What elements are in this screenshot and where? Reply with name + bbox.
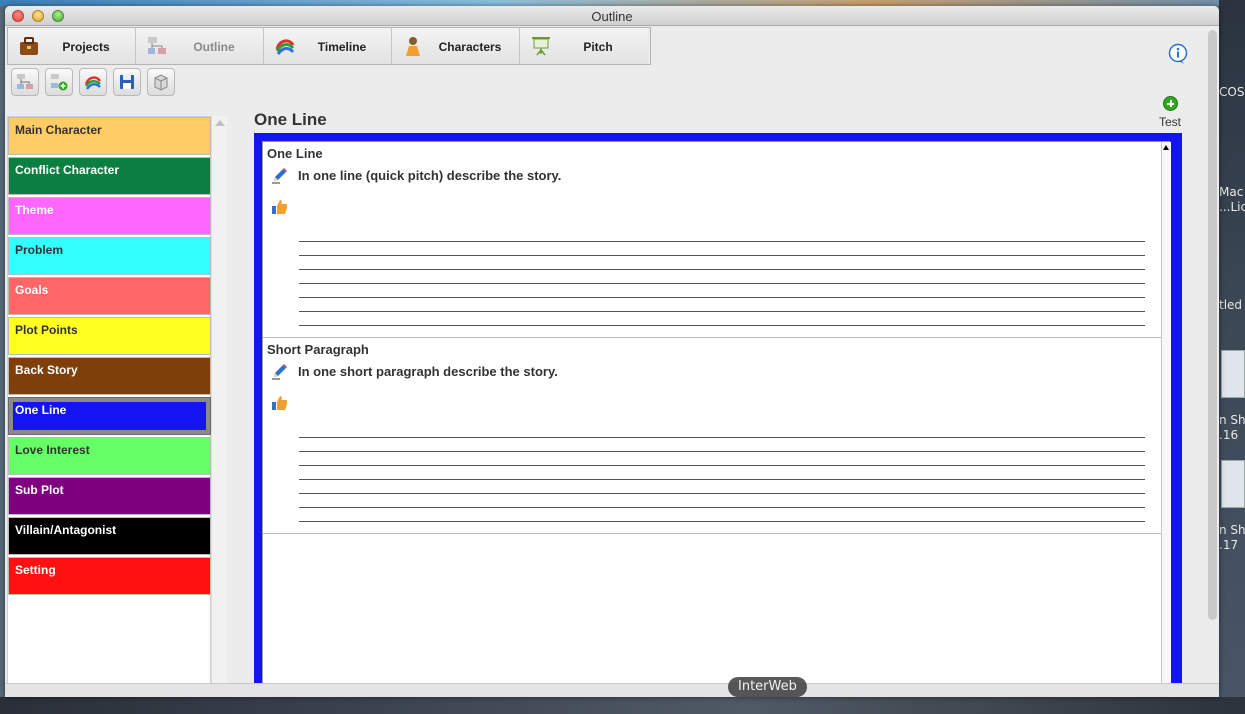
category-label: Villain/Antagonist bbox=[15, 523, 117, 537]
question-heading: Short Paragraph bbox=[267, 342, 369, 357]
category-item-sub-plot[interactable]: Sub Plot bbox=[8, 477, 211, 515]
scroll-up-arrow-icon[interactable] bbox=[215, 120, 225, 126]
category-label: Problem bbox=[15, 243, 64, 257]
print-box-icon bbox=[154, 74, 168, 91]
category-label: Conflict Character bbox=[15, 163, 120, 177]
app-window: Outline Projects Outline Timeline Charac… bbox=[5, 6, 1219, 697]
timeline-button[interactable] bbox=[79, 68, 107, 96]
pencil-icon[interactable] bbox=[271, 362, 289, 380]
tab-projects[interactable]: Projects bbox=[8, 28, 136, 64]
desktop-label: .16 bbox=[1219, 428, 1239, 442]
answer-lines[interactable] bbox=[299, 424, 1145, 524]
category-label: Goals bbox=[15, 283, 49, 297]
desktop-file-thumbnail[interactable] bbox=[1221, 350, 1245, 398]
add-test-label: Test bbox=[1158, 115, 1181, 129]
desktop-right-edge: COS Mac ...Lic tled n Sh .16 n Sh .17 bbox=[1219, 0, 1245, 714]
main-tab-bar: Projects Outline Timeline Characters Pit… bbox=[7, 27, 651, 65]
add-plus-icon bbox=[1163, 96, 1178, 111]
question-frame: One Line In one line (quick pitch) descr… bbox=[254, 133, 1182, 694]
save-button[interactable] bbox=[113, 68, 141, 96]
category-label: One Line bbox=[15, 403, 67, 417]
category-list: Main Character Conflict Character Theme … bbox=[7, 116, 211, 686]
category-item-problem[interactable]: Problem bbox=[8, 237, 211, 275]
sidebar-scrollbar[interactable] bbox=[211, 116, 227, 686]
category-item-goals[interactable]: Goals bbox=[8, 277, 211, 315]
desktop-label: Mac bbox=[1219, 185, 1244, 199]
category-item-plot-points[interactable]: Plot Points bbox=[8, 317, 211, 355]
question-heading: One Line bbox=[267, 146, 323, 161]
category-item-setting[interactable]: Setting bbox=[8, 557, 211, 595]
window-bottom-edge bbox=[5, 683, 1219, 697]
section-title: One Line bbox=[254, 110, 327, 129]
desktop-label: .17 bbox=[1219, 538, 1239, 552]
answer-lines[interactable] bbox=[299, 228, 1145, 328]
pencil-icon[interactable] bbox=[271, 166, 289, 184]
save-disk-icon bbox=[120, 75, 134, 89]
toolbar bbox=[11, 68, 175, 98]
outline-chart-icon bbox=[148, 37, 166, 54]
category-label: Theme bbox=[15, 203, 54, 217]
add-outline-icon bbox=[51, 74, 68, 91]
category-label: Sub Plot bbox=[15, 483, 64, 497]
title-bar[interactable]: Outline bbox=[5, 6, 1219, 26]
desktop-label: ...Lic bbox=[1219, 200, 1245, 214]
category-item-back-story[interactable]: Back Story bbox=[8, 357, 211, 395]
question-block: One Line In one line (quick pitch) descr… bbox=[263, 142, 1161, 338]
tab-label: Pitch bbox=[583, 40, 613, 54]
desktop-label: tled bbox=[1219, 298, 1243, 312]
briefcase-icon bbox=[20, 37, 38, 55]
thumbs-up-icon[interactable] bbox=[271, 394, 289, 412]
category-label: Main Character bbox=[15, 123, 102, 137]
category-item-villain-antagonist[interactable]: Villain/Antagonist bbox=[8, 517, 211, 555]
tab-characters[interactable]: Characters bbox=[392, 28, 520, 64]
tab-pitch[interactable]: Pitch bbox=[520, 28, 648, 64]
window-title: Outline bbox=[591, 9, 633, 24]
question-prompt: In one short paragraph describe the stor… bbox=[298, 364, 558, 379]
timeline-swirl-icon bbox=[84, 76, 102, 90]
category-label: Setting bbox=[15, 563, 56, 577]
category-item-main-character[interactable]: Main Character bbox=[8, 117, 211, 155]
question-block: Short Paragraph In one short paragraph d… bbox=[263, 338, 1161, 534]
desktop-label: n Sh bbox=[1219, 523, 1245, 537]
thumbs-up-icon[interactable] bbox=[271, 198, 289, 216]
desktop-label: n Sh bbox=[1219, 413, 1245, 427]
add-test-button[interactable]: Test bbox=[1155, 94, 1185, 130]
window-scrollbar-thumb[interactable] bbox=[1208, 30, 1217, 620]
question-prompt: In one line (quick pitch) describe the s… bbox=[298, 168, 562, 183]
desktop-file-thumbnail[interactable] bbox=[1221, 460, 1245, 508]
tab-label: Characters bbox=[438, 40, 502, 54]
print-button[interactable] bbox=[147, 68, 175, 96]
tab-outline[interactable]: Outline bbox=[136, 28, 264, 64]
dock-tooltip: InterWeb bbox=[728, 677, 807, 697]
category-item-conflict-character[interactable]: Conflict Character bbox=[8, 157, 211, 195]
desktop-label: COS bbox=[1219, 85, 1245, 99]
add-outline-button[interactable] bbox=[45, 68, 73, 96]
tab-timeline[interactable]: Timeline bbox=[264, 28, 392, 64]
tab-label: Outline bbox=[193, 40, 235, 54]
outline-chart-icon bbox=[17, 74, 33, 89]
scroll-up-arrow-icon[interactable] bbox=[1163, 145, 1169, 150]
category-label: Back Story bbox=[15, 363, 78, 377]
content-scrollbar[interactable] bbox=[1161, 142, 1171, 694]
category-label: Plot Points bbox=[15, 323, 78, 337]
category-label: Love Interest bbox=[15, 443, 90, 457]
presentation-easel-icon bbox=[532, 37, 550, 56]
dock-area bbox=[0, 697, 1245, 714]
character-figure-icon bbox=[406, 37, 420, 56]
category-item-one-line[interactable]: One Line bbox=[8, 397, 211, 435]
question-panel: One Line In one line (quick pitch) descr… bbox=[262, 141, 1171, 694]
new-outline-button[interactable] bbox=[11, 68, 39, 96]
info-icon[interactable] bbox=[1167, 43, 1189, 65]
tab-label: Timeline bbox=[317, 40, 367, 54]
timeline-swirl-icon bbox=[275, 39, 295, 55]
category-item-theme[interactable]: Theme bbox=[8, 197, 211, 235]
category-item-love-interest[interactable]: Love Interest bbox=[8, 437, 211, 475]
tab-label: Projects bbox=[62, 40, 110, 54]
